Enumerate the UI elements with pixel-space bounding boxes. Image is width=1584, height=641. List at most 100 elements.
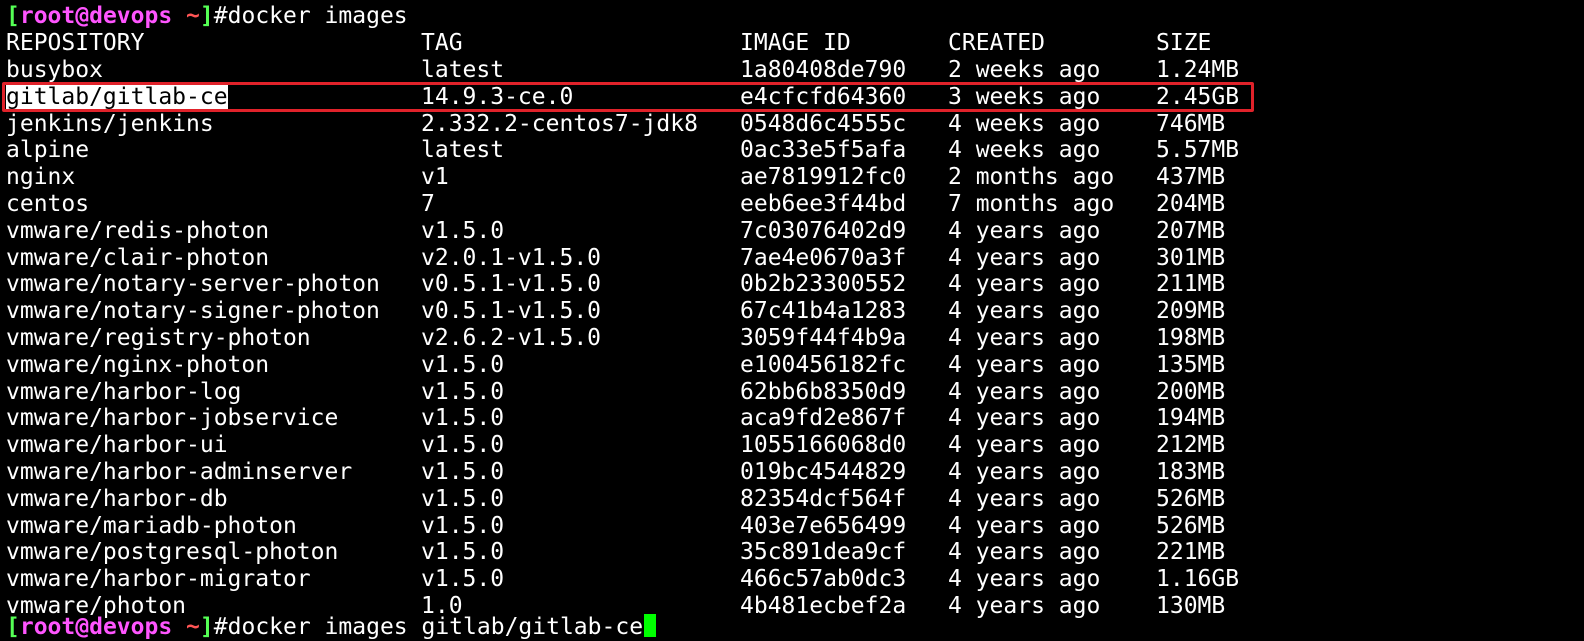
cell-tag: v1.5.0 — [421, 405, 505, 432]
cell-created: 4 years ago — [948, 459, 1101, 485]
prompt-open-bracket: [ — [6, 614, 20, 640]
cell-created: 4 years ago — [948, 217, 1101, 244]
cell-tag: v1.5.0 — [421, 351, 505, 378]
table-row: vmware/redis-photon v1.5.0 7c03076402d9 4 y… — [6, 218, 1406, 245]
cell-tag: v1.5.0 — [421, 459, 505, 485]
terminal-window[interactable]: [root @ devops ~] # docker images REPOSITORY… — [0, 0, 1584, 640]
cell-tag: v2.6.2-v1.5.0 — [421, 325, 602, 351]
table-row: vmware/harbor-log v1.5.0 62bb6b8350d9 4 yea… — [6, 379, 1406, 406]
header-size: SIZE — [1156, 30, 1212, 56]
cell-repository: vmware/notary-signer-photon — [6, 298, 380, 325]
table-row: vmware/postgresql-photon v1.5.0 35c891dea9… — [6, 539, 1406, 566]
cell-created: 4 years ago — [948, 244, 1101, 271]
prompt-at: @ — [75, 614, 90, 640]
table-row: jenkins/jenkins 2.332.2-centos7-jdk8 0548d… — [6, 111, 1406, 138]
cell-repository: vmware/mariadb-photon — [6, 512, 297, 539]
cell-size: 183MB — [1156, 459, 1226, 485]
cell-repository: vmware/nginx-photon — [6, 351, 270, 378]
command-input[interactable]: docker images gitlab/gitlab-ce — [228, 614, 643, 641]
cell-size: 1.16GB — [1156, 566, 1240, 593]
cell-repository: vmware/harbor-jobservice — [6, 405, 339, 432]
table-row: vmware/harbor-db v1.5.0 82354dcf564f 4 year… — [6, 486, 1406, 513]
cell-image-id: aca9fd2e867f — [740, 405, 907, 432]
cell-image-id: 82354dcf564f — [740, 485, 907, 512]
cell-repository: vmware/harbor-adminserver — [6, 459, 353, 485]
cell-size: 1.24MB — [1156, 57, 1240, 83]
cell-tag: v1.5.0 — [421, 378, 505, 405]
cell-size: 526MB — [1156, 512, 1226, 539]
table-row: vmware/harbor-migrator v1.5.0 466c57ab0dc3… — [6, 566, 1406, 593]
cell-size: 135MB — [1156, 351, 1226, 378]
cell-tag: v0.5.1-v1.5.0 — [421, 298, 602, 325]
prompt-close-bracket: ] — [199, 3, 214, 29]
cell-image-id: 67c41b4a1283 — [740, 298, 907, 325]
cell-tag: v2.0.1-v1.5.0 — [421, 244, 602, 271]
cell-repository: nginx — [6, 164, 76, 191]
cell-repository: alpine — [6, 137, 90, 164]
cell-tag: v1 — [421, 164, 449, 191]
cell-image-id: 3059f44f4b9a — [740, 325, 907, 351]
cell-image-id: 466c57ab0dc3 — [740, 566, 907, 593]
cell-tag: v1.5.0 — [421, 432, 505, 459]
cell-size: 526MB — [1156, 485, 1226, 512]
cell-created: 4 years ago — [948, 351, 1101, 378]
cell-created: 4 years ago — [948, 378, 1101, 405]
table-row: vmware/clair-photon v2.0.1-v1.5.0 7ae4e067… — [6, 245, 1406, 272]
prompt-line-2[interactable]: [root @ devops ~] # docker images gitlab/git… — [6, 614, 657, 641]
header-created: CREATED — [948, 30, 1045, 56]
prompt-dir: ~ — [172, 614, 200, 640]
prompt-dir: ~ — [172, 3, 200, 29]
cell-created: 4 years ago — [948, 539, 1101, 566]
prompt-symbol: # — [213, 3, 228, 29]
cell-created: 4 weeks ago — [948, 137, 1101, 164]
cell-size: 130MB — [1156, 593, 1226, 619]
cell-repository: centos — [6, 191, 90, 217]
cell-repository: vmware/harbor-ui — [6, 432, 228, 459]
cell-repository: jenkins/jenkins — [6, 110, 214, 137]
cell-repository: vmware/harbor-db — [6, 485, 228, 512]
cell-size: 746MB — [1156, 110, 1226, 137]
cell-image-id: 019bc4544829 — [740, 459, 907, 485]
cell-created: 4 years ago — [948, 298, 1101, 325]
table-row: vmware/harbor-ui v1.5.0 1055166068d0 4 year… — [6, 432, 1406, 459]
prompt-open-bracket: [ — [6, 3, 20, 29]
prompt-line-1: [root @ devops ~] # docker images — [6, 3, 408, 30]
prompt-host: devops — [89, 3, 173, 29]
cell-tag: v1.5.0 — [421, 512, 505, 539]
cell-created: 4 years ago — [948, 593, 1101, 619]
cell-created: 4 years ago — [948, 512, 1101, 539]
cell-image-id: 62bb6b8350d9 — [740, 378, 907, 405]
cell-created: 4 years ago — [948, 271, 1101, 298]
cell-image-id: 0ac33e5f5afa — [740, 137, 907, 164]
cell-tag: 2.332.2-centos7-jdk8 — [421, 110, 698, 137]
cell-tag: v1.5.0 — [421, 485, 505, 512]
table-row: vmware/nginx-photon v1.5.0 e100456182fc 4 y… — [6, 352, 1406, 379]
table-header: REPOSITORY TAG IMAGE ID CREATED SIZE — [6, 30, 1406, 57]
cell-tag: 7 — [421, 191, 435, 217]
cell-repository: vmware/registry-photon — [6, 325, 311, 351]
cell-repository: vmware/clair-photon — [6, 244, 270, 271]
cell-tag: latest — [421, 137, 505, 164]
prompt-user: root — [19, 3, 76, 29]
cell-image-id: eeb6ee3f44bd — [740, 191, 907, 217]
cell-tag: latest — [421, 57, 505, 83]
cell-repository: vmware/notary-server-photon — [6, 271, 380, 298]
cell-created: 2 weeks ago — [948, 57, 1101, 83]
cell-image-id: 1a80408de790 — [740, 57, 907, 83]
cell-created: 4 years ago — [948, 325, 1101, 351]
cell-created: 7 months ago — [948, 191, 1115, 217]
cell-image-id: 1055166068d0 — [740, 432, 907, 459]
cell-size: 204MB — [1156, 191, 1226, 217]
highlight-box — [2, 82, 1254, 112]
table-row: centos 7 eeb6ee3f44bd 7 months ago 204MB — [6, 191, 1406, 218]
cell-image-id: 35c891dea9cf — [740, 539, 907, 566]
cell-repository: busybox — [6, 57, 103, 83]
cell-size: 198MB — [1156, 325, 1226, 351]
cell-image-id: 0b2b23300552 — [740, 271, 907, 298]
cell-image-id: 7c03076402d9 — [740, 217, 907, 244]
cell-image-id: 7ae4e0670a3f — [740, 244, 907, 271]
cell-created: 4 years ago — [948, 485, 1101, 512]
cell-size: 5.57MB — [1156, 137, 1240, 164]
text-cursor — [644, 614, 657, 637]
cell-tag: v1.5.0 — [421, 217, 505, 244]
